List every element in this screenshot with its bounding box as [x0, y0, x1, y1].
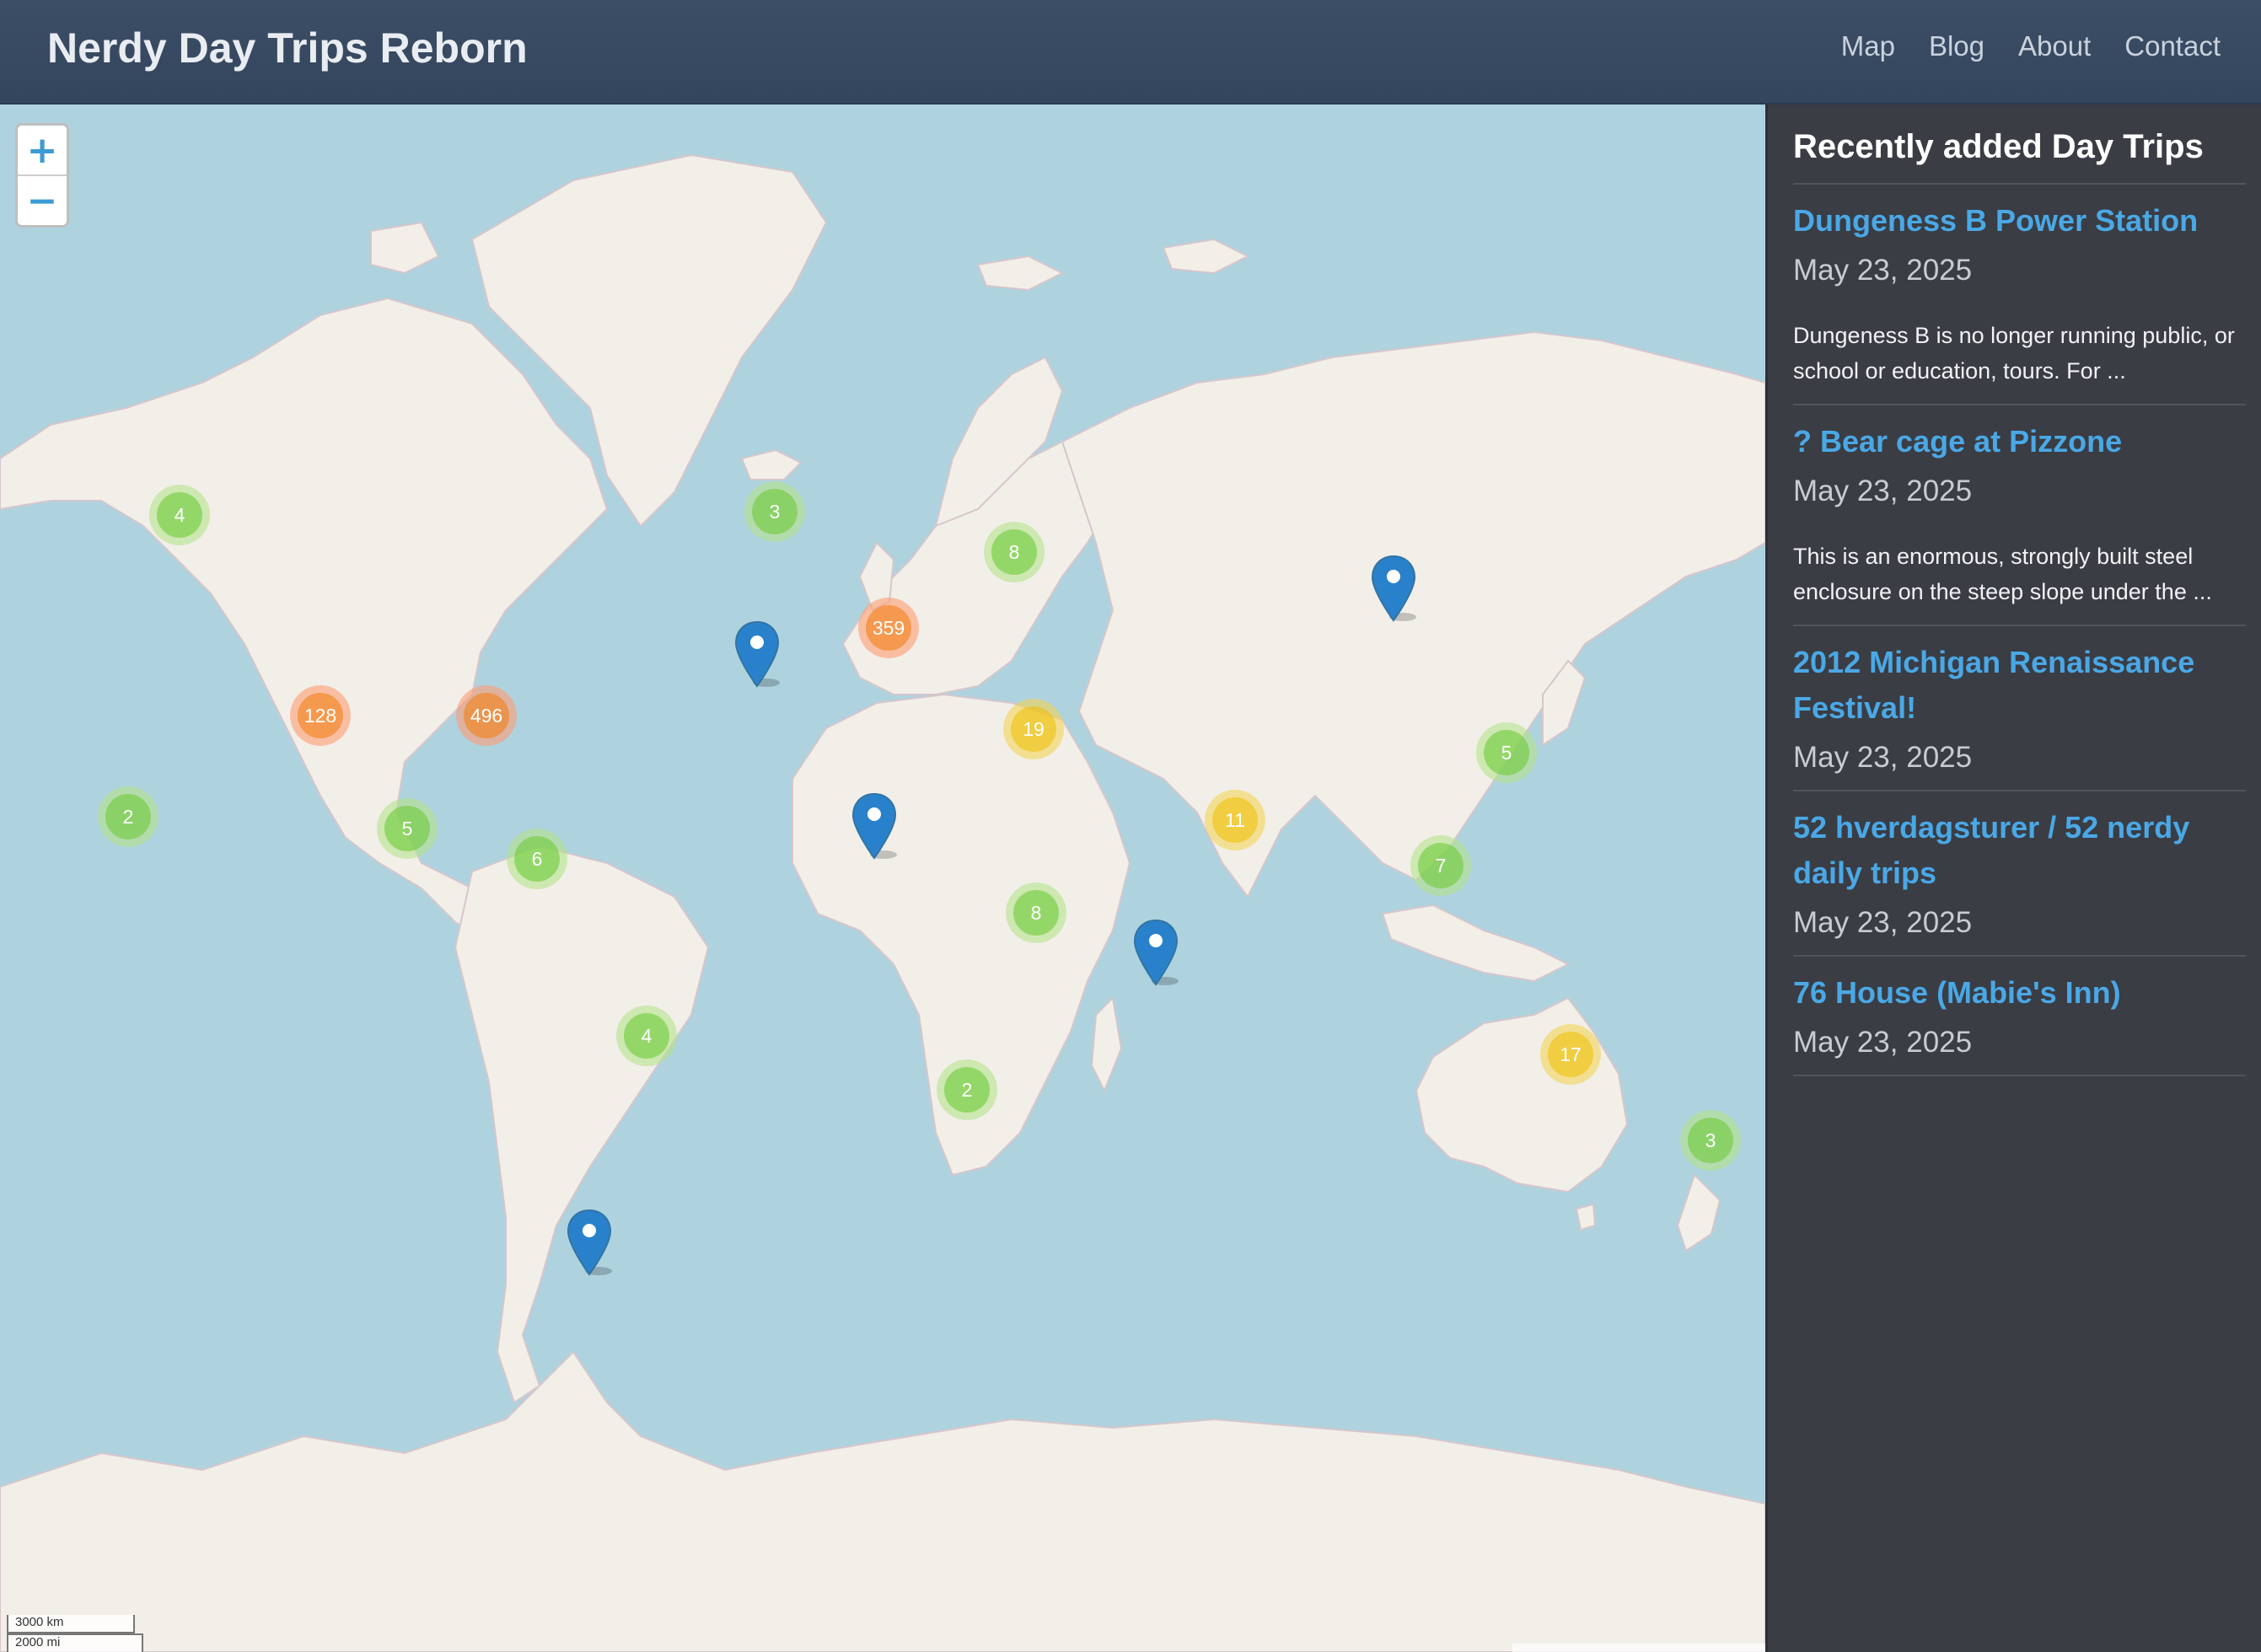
- map-cluster[interactable]: 5: [1476, 722, 1537, 783]
- nav-link-blog[interactable]: Blog: [1929, 30, 1984, 62]
- map-cluster[interactable]: 7: [1410, 835, 1471, 896]
- trip-date: May 23, 2025: [1793, 741, 1973, 774]
- trip-date: May 23, 2025: [1793, 1026, 1973, 1059]
- trip-description: Dungeness B is no longer running public,…: [1793, 323, 2235, 384]
- trip-title-link[interactable]: 2012 Michigan Renaissance Festival!: [1793, 640, 2246, 731]
- map-cluster[interactable]: 2: [98, 786, 158, 847]
- nav-link-about[interactable]: About: [2018, 30, 2091, 62]
- map-cluster[interactable]: 11: [1205, 790, 1265, 850]
- map-cluster[interactable]: 3: [744, 481, 805, 542]
- cluster-count: 7: [1418, 843, 1463, 888]
- trip-title-link[interactable]: Dungeness B Power Station: [1793, 198, 2246, 244]
- cluster-count: 2: [944, 1067, 990, 1113]
- trip-item: 2012 Michigan Renaissance Festival! May …: [1793, 626, 2246, 791]
- map-cluster[interactable]: 4: [149, 485, 210, 545]
- cluster-count: 3: [1688, 1118, 1733, 1163]
- cluster-count: 5: [1484, 730, 1529, 775]
- map-attribution: [1512, 1644, 1765, 1652]
- trip-item: 76 House (Mabie's Inn) May 23, 2025: [1793, 957, 2246, 1076]
- trip-title-link[interactable]: ? Bear cage at Pizzone: [1793, 419, 2246, 464]
- map-cluster[interactable]: 5: [377, 798, 438, 859]
- trip-date: May 23, 2025: [1793, 906, 1973, 939]
- zoom-in-button[interactable]: +: [18, 126, 67, 174]
- map-scale: 3000 km 2000 mi: [7, 1615, 143, 1652]
- trip-item: 52 hverdagsturer / 52 nerdy daily trips …: [1793, 791, 2246, 957]
- trip-title-link[interactable]: 52 hverdagsturer / 52 nerdy daily trips: [1793, 805, 2246, 896]
- nav-link-contact[interactable]: Contact: [2124, 30, 2221, 62]
- map-cluster[interactable]: 3: [1680, 1110, 1741, 1171]
- cluster-count: 2: [105, 794, 151, 839]
- nav-links: Map Blog About Contact: [1841, 30, 2221, 62]
- scale-km: 3000 km: [7, 1615, 135, 1633]
- map-cluster[interactable]: 4: [616, 1006, 677, 1066]
- trip-item: ? Bear cage at Pizzone May 23, 2025 This…: [1793, 405, 2246, 626]
- zoom-out-button[interactable]: −: [18, 174, 67, 225]
- nav-link-map[interactable]: Map: [1841, 30, 1895, 62]
- map-cluster[interactable]: 17: [1540, 1024, 1601, 1085]
- trip-item: Dungeness B Power Station May 23, 2025 D…: [1793, 185, 2246, 405]
- map-cluster[interactable]: 8: [984, 522, 1045, 582]
- scale-mi: 2000 mi: [7, 1633, 143, 1652]
- site-brand[interactable]: Nerdy Day Trips Reborn: [47, 24, 528, 72]
- cluster-count: 3: [752, 489, 798, 534]
- map-cluster[interactable]: 2: [937, 1059, 997, 1120]
- cluster-count: 19: [1011, 706, 1056, 752]
- cluster-count: 8: [1013, 890, 1059, 936]
- trip-title-link[interactable]: 76 House (Mabie's Inn): [1793, 970, 2246, 1016]
- cluster-count: 5: [384, 806, 430, 851]
- map-pin-icon[interactable]: [734, 620, 780, 688]
- trip-date: May 23, 2025: [1793, 475, 1973, 507]
- cluster-count: 8: [991, 529, 1037, 575]
- cluster-count: 496: [464, 693, 509, 738]
- cluster-count: 4: [157, 492, 202, 538]
- map-pin-icon[interactable]: [1371, 555, 1416, 622]
- recent-trips-sidebar: Recently added Day Trips Dungeness B Pow…: [1765, 105, 2261, 1652]
- trip-description: This is an enormous, strongly built stee…: [1793, 544, 2212, 604]
- zoom-control: + −: [15, 123, 69, 228]
- cluster-count: 4: [624, 1013, 669, 1059]
- cluster-count: 6: [514, 836, 560, 882]
- cluster-count: 359: [866, 605, 911, 651]
- map-pin-icon[interactable]: [1133, 919, 1179, 986]
- map-pin-icon[interactable]: [851, 792, 897, 860]
- map-cluster[interactable]: 359: [858, 598, 919, 658]
- map-cluster[interactable]: 8: [1006, 882, 1066, 943]
- world-map-basemap: [0, 153, 1765, 1652]
- trip-date: May 23, 2025: [1793, 254, 1973, 287]
- map-cluster[interactable]: 128: [290, 685, 351, 746]
- cluster-count: 11: [1212, 797, 1258, 843]
- map-pin-icon[interactable]: [567, 1209, 612, 1276]
- world-map[interactable]: + − 4 128 496 2 5 6 3 359 8 19 11 8 4 2 …: [0, 105, 1765, 1652]
- cluster-count: 17: [1548, 1032, 1593, 1077]
- map-cluster[interactable]: 496: [456, 685, 517, 746]
- navbar: Nerdy Day Trips Reborn Map Blog About Co…: [0, 0, 2261, 105]
- cluster-count: 128: [298, 693, 343, 738]
- map-cluster[interactable]: 6: [507, 829, 567, 889]
- map-cluster[interactable]: 19: [1003, 699, 1064, 759]
- sidebar-title: Recently added Day Trips: [1793, 128, 2246, 185]
